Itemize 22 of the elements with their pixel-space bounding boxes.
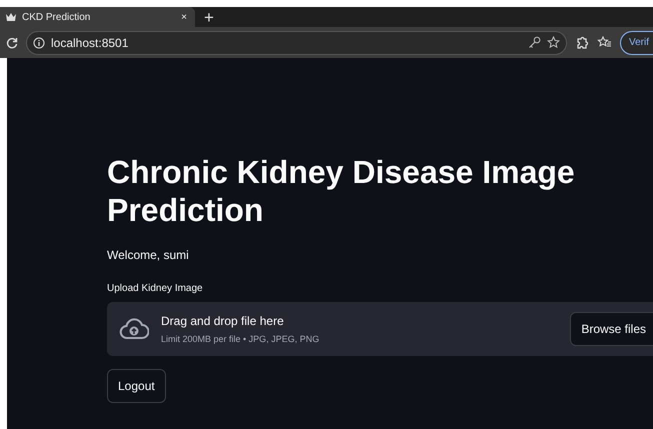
upload-label: Upload Kidney Image <box>107 282 204 296</box>
browser-tab[interactable]: CKD Prediction × <box>0 7 195 27</box>
page-title: Chronic Kidney Disease Image Prediction <box>107 153 576 230</box>
file-dropzone[interactable]: Drag and drop file here Limit 200MB per file • JPG, JPEG, PNG Browse files <box>107 302 653 356</box>
info-icon[interactable] <box>33 36 45 48</box>
close-icon[interactable]: × <box>181 10 187 24</box>
new-tab-button[interactable]: + <box>195 8 223 26</box>
browse-files-button[interactable]: Browse files <box>570 312 653 346</box>
limit-text: Limit 200MB per file • JPG, JPEG, PNG <box>161 332 320 346</box>
address-bar[interactable]: localhost:8501 <box>26 30 567 54</box>
logout-button[interactable]: Logout <box>107 368 166 403</box>
tab-title: CKD Prediction <box>22 10 92 24</box>
drop-text: Drag and drop file here <box>161 312 285 330</box>
verify-button[interactable]: Verif <box>620 30 653 54</box>
puzzle-icon[interactable] <box>574 36 589 50</box>
welcome-text: Welcome, sumi <box>107 246 190 264</box>
key-icon[interactable] <box>528 36 541 49</box>
cloud-upload-icon <box>119 318 149 340</box>
star-icon[interactable] <box>546 36 560 49</box>
crown-icon <box>6 13 16 21</box>
favorites-icon[interactable] <box>596 36 612 49</box>
reload-icon[interactable] <box>6 36 18 48</box>
